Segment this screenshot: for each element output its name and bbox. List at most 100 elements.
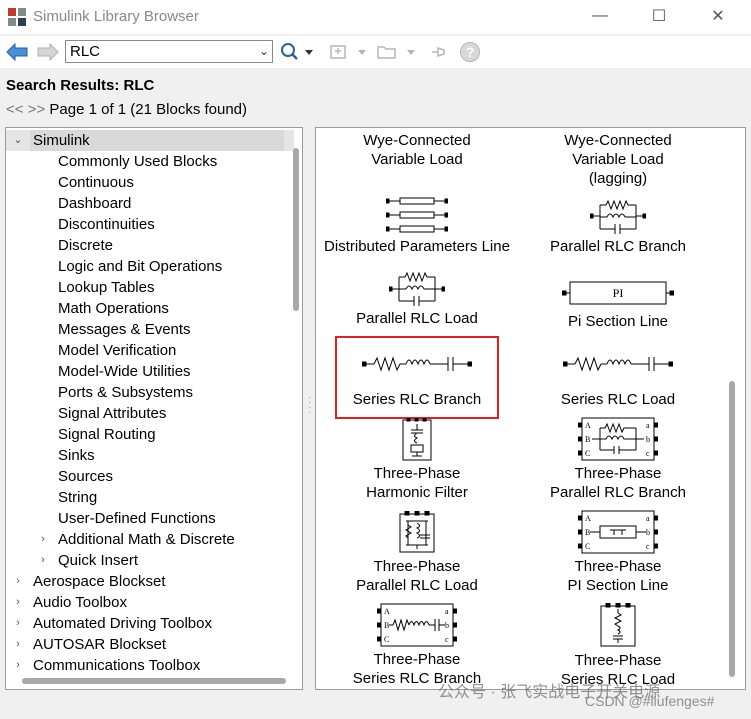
tree-item-child[interactable]: Model-Wide Utilities — [6, 361, 294, 382]
block-label: Series RLC Load — [560, 391, 676, 408]
block-label: Pi Section Line — [567, 313, 669, 330]
library-tree[interactable]: ⌄ Simulink Commonly Used Blocks Continuous D… — [5, 127, 303, 690]
search-results-title: Search Results: RLC — [6, 77, 155, 94]
tree-item-child[interactable]: Math Operations — [6, 298, 294, 319]
search-options-button[interactable] — [279, 40, 313, 64]
close-button[interactable]: ✕ — [703, 5, 733, 27]
block-label: Parallel RLC Load — [356, 310, 478, 327]
chevron-down-icon[interactable]: ⌄ — [259, 44, 269, 58]
block-label: Distributed Parameters Line — [324, 238, 510, 255]
port-label: a — [445, 607, 449, 616]
svg-text:?: ? — [466, 44, 475, 60]
series-rlc-load-icon — [563, 356, 673, 372]
tree-item-child[interactable]: User-Defined Functions — [6, 508, 294, 529]
block-parallel-rlc-branch[interactable]: Parallel RLC Branch — [513, 197, 723, 256]
tree-item-child[interactable]: Messages & Events — [6, 319, 294, 340]
tree-horizontal-scrollbar[interactable] — [22, 678, 286, 684]
block-pi-section-line[interactable]: PI Pi Section Line — [513, 280, 723, 331]
tree-item-label: Audio Toolbox — [33, 594, 127, 611]
tree-item-child[interactable]: Signal Attributes — [6, 403, 294, 424]
tree-item-child[interactable]: String — [6, 487, 294, 508]
tree-item-child[interactable]: Discrete — [6, 235, 294, 256]
tree-item-label: Continuous — [58, 174, 134, 191]
block-label: Wye-Connected — [564, 132, 672, 149]
tree-item-library[interactable]: › Audio Toolbox — [6, 592, 294, 613]
block-parallel-rlc-load[interactable]: Parallel RLC Load — [312, 271, 522, 328]
search-combo[interactable]: ⌄ — [65, 40, 273, 63]
tree-item-label: Math Operations — [58, 300, 169, 317]
parallel-rlc-load-icon — [389, 271, 445, 306]
tree-item-child[interactable]: Ports & Subsystems — [6, 382, 294, 403]
port-label: a — [646, 514, 650, 523]
tree-vertical-scrollbar[interactable] — [293, 148, 299, 311]
block-three-phase-series-rlc-load[interactable]: Three-Phase Series RLC Load — [513, 603, 723, 689]
port-label: b — [646, 435, 650, 444]
tree-item-label: Aerospace Blockset — [33, 573, 166, 590]
chevron-right-icon[interactable]: › — [12, 592, 24, 613]
tree-item-child[interactable]: Commonly Used Blocks — [6, 151, 294, 172]
tree-item-child[interactable]: Lookup Tables — [6, 277, 294, 298]
tree-item-child[interactable]: › Additional Math & Discrete — [6, 529, 294, 550]
tree-item-label: Simulink — [30, 130, 284, 151]
tree-item-child[interactable]: Model Verification — [6, 340, 294, 361]
tree-item-library[interactable]: › Aerospace Blockset — [6, 571, 294, 592]
block-label: Three-Phase — [574, 652, 662, 669]
tree-item-child[interactable]: Sources — [6, 466, 294, 487]
block-wye-variable-load[interactable]: Wye-Connected Variable Load — [312, 131, 522, 169]
parallel-rlc-branch-icon — [590, 199, 646, 234]
window-title: Simulink Library Browser — [33, 8, 199, 25]
port-label: B — [585, 528, 590, 537]
three-phase-series-rlc-branch-icon: A B C a b c — [377, 603, 457, 647]
tree-item-child[interactable]: Discontinuities — [6, 214, 294, 235]
page-nav-arrows[interactable]: << >> — [6, 101, 45, 118]
back-button[interactable] — [5, 40, 29, 64]
chevron-right-icon[interactable]: › — [12, 634, 24, 655]
help-icon: ? — [460, 42, 480, 62]
block-three-phase-pi-section-line[interactable]: A B C a b c Three-Phase PI Section Line — [513, 509, 723, 595]
tree-item-label: Sources — [58, 468, 114, 485]
help-button[interactable]: ? — [458, 40, 482, 64]
chevron-right-icon[interactable]: › — [37, 529, 49, 550]
block-three-phase-harmonic-filter[interactable]: Three-Phase Harmonic Filter — [312, 418, 522, 502]
pi-icon-text: PI — [613, 286, 624, 300]
new-model-button[interactable] — [328, 40, 368, 64]
tree-item-child[interactable]: Dashboard — [6, 193, 294, 214]
tree-item-label: Signal Attributes — [58, 405, 167, 422]
block-three-phase-series-rlc-branch[interactable]: A B C a b c Three-Phase Series RLC Branc… — [312, 602, 522, 688]
open-model-button[interactable] — [375, 40, 419, 64]
tree-item-child[interactable]: Logic and Bit Operations — [6, 256, 294, 277]
block-series-rlc-load[interactable]: Series RLC Load — [513, 354, 723, 409]
blocks-vertical-scrollbar[interactable] — [729, 381, 735, 677]
three-phase-pi-section-line-icon: A B C a b c — [578, 510, 658, 554]
block-distributed-parameters-line[interactable]: Distributed Parameters Line — [312, 195, 522, 256]
block-label: Parallel RLC Branch — [550, 484, 686, 501]
pin-button[interactable] — [428, 40, 450, 64]
block-label: PI Section Line — [567, 577, 669, 594]
minimize-button[interactable]: — — [585, 5, 615, 27]
tree-item-simulink[interactable]: ⌄ Simulink — [6, 130, 294, 151]
tree-item-child[interactable]: Signal Routing — [6, 424, 294, 445]
block-wye-variable-load-lagging[interactable]: Wye-Connected Variable Load (lagging) — [513, 131, 723, 188]
tree-item-child[interactable]: Sinks — [6, 445, 294, 466]
tree-item-child[interactable]: Continuous — [6, 172, 294, 193]
chevron-right-icon[interactable]: › — [12, 655, 24, 676]
maximize-button[interactable]: ☐ — [644, 5, 674, 27]
chevron-right-icon[interactable]: › — [12, 571, 24, 592]
block-three-phase-parallel-rlc-branch[interactable]: A B C a b c Three-Phase Parallel RLC Bra… — [513, 416, 723, 502]
search-input[interactable] — [66, 41, 246, 62]
tree-item-child[interactable]: › Quick Insert — [6, 550, 294, 571]
block-three-phase-parallel-rlc-load[interactable]: Three-Phase Parallel RLC Load — [312, 511, 522, 595]
forward-button[interactable] — [36, 40, 60, 64]
tree-item-label: User-Defined Functions — [58, 510, 216, 527]
tree-item-library[interactable]: › AUTOSAR Blockset — [6, 634, 294, 655]
tree-item-library[interactable]: › Automated Driving Toolbox — [6, 613, 294, 634]
toolbar: ⌄ ? — [0, 36, 751, 68]
tree-item-library[interactable]: › Communications Toolbox — [6, 655, 294, 676]
block-label: Three-Phase — [574, 465, 662, 482]
folder-icon — [377, 46, 415, 59]
tree-item-label: String — [58, 489, 98, 506]
chevron-down-icon[interactable]: ⌄ — [12, 130, 24, 151]
chevron-right-icon[interactable]: › — [37, 550, 49, 571]
tree-item-label: Additional Math & Discrete — [58, 531, 235, 548]
chevron-right-icon[interactable]: › — [12, 613, 24, 634]
